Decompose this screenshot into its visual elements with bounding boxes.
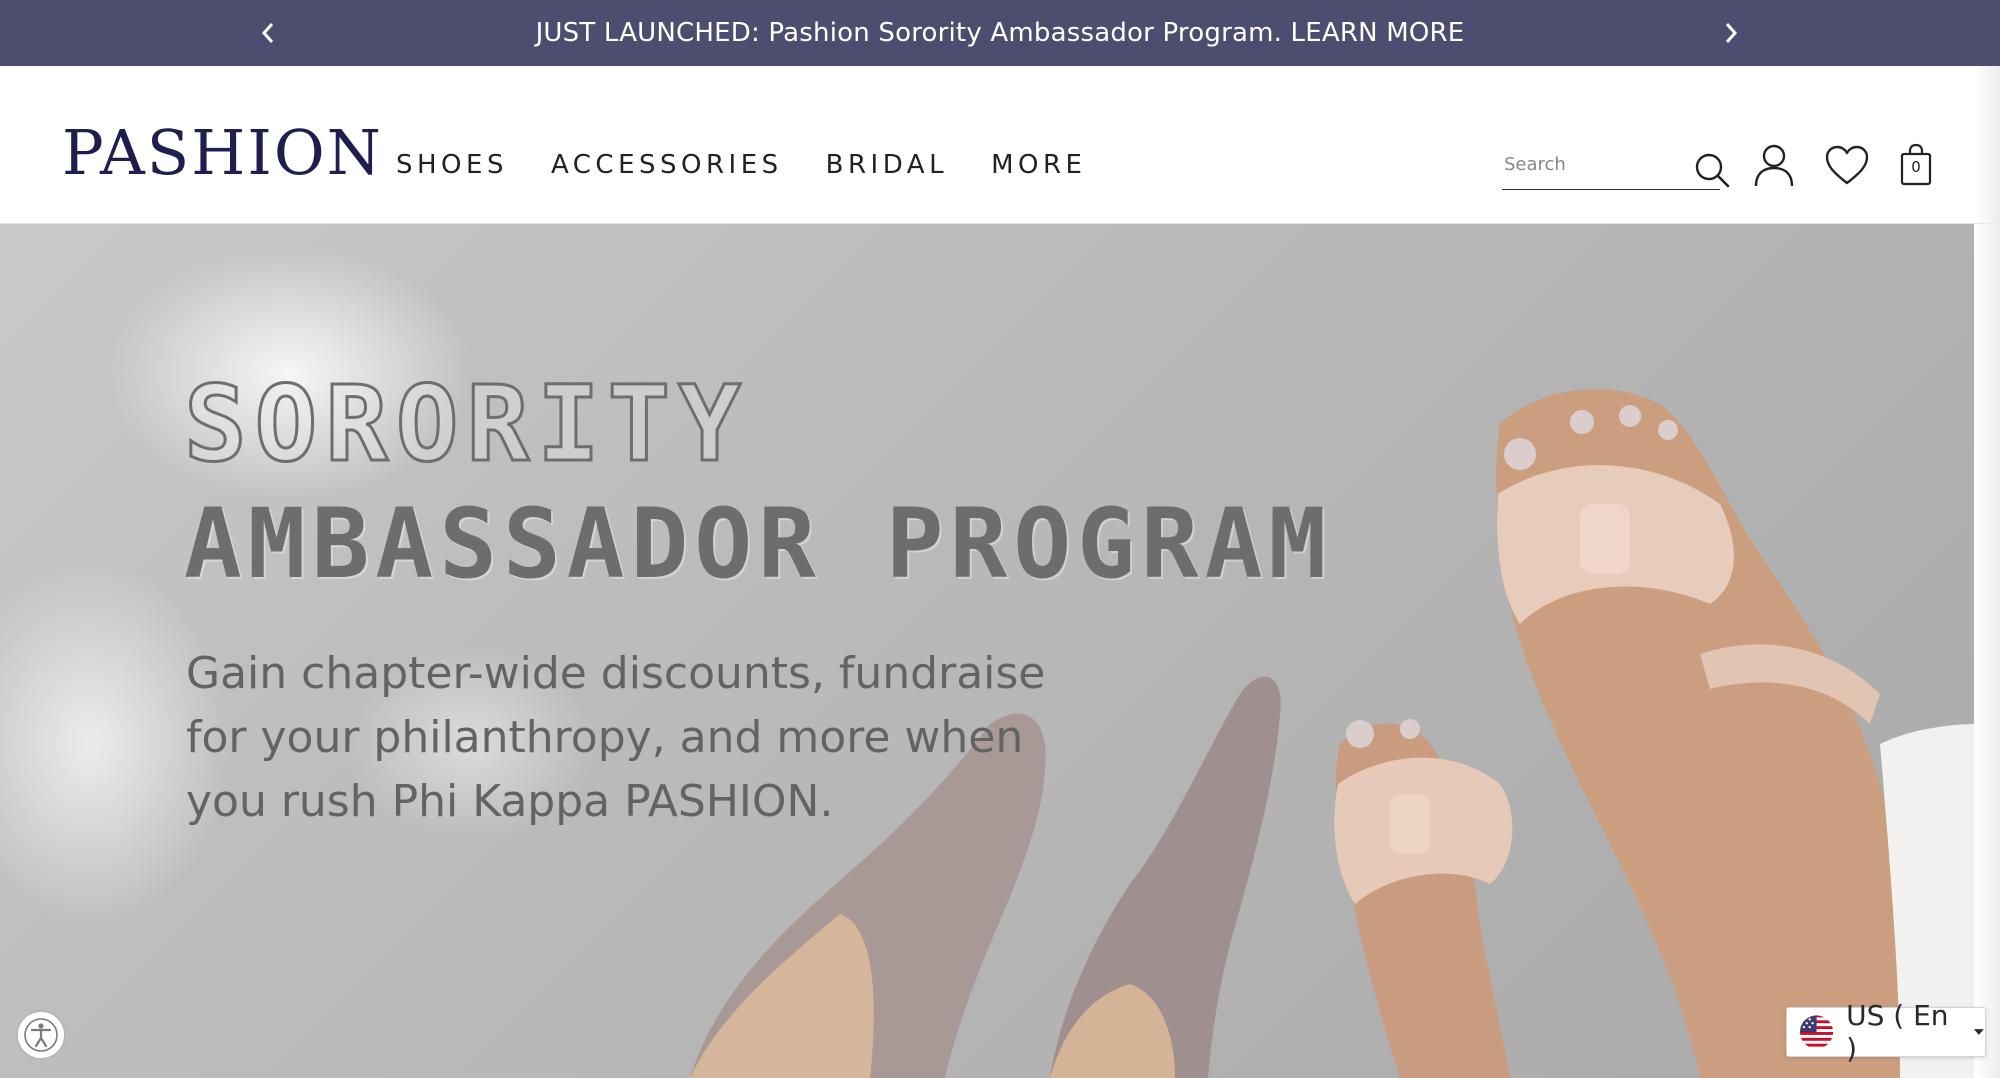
heart-icon[interactable] [1824,144,1870,186]
page-edge-shadow [1974,66,2000,1078]
caret-down-icon [1974,1029,1985,1035]
main-nav: SHOES ACCESSORIES BRIDAL MORE [396,152,1086,178]
search-box [1502,146,1730,190]
announcement-bar: JUST LAUNCHED: Pashion Sorority Ambassad… [0,0,2000,66]
locale-label: US ( En ) [1846,999,1949,1065]
nav-item-accessories[interactable]: ACCESSORIES [551,152,783,178]
nav-item-bridal[interactable]: BRIDAL [826,152,948,178]
search-icon[interactable] [1692,150,1732,190]
cart-count: 0 [1911,158,1921,176]
site-header: PASHION SHOES ACCESSORIES BRIDAL MORE 0 [0,66,2000,224]
nav-item-shoes[interactable]: SHOES [396,152,508,178]
us-flag-icon [1799,1015,1834,1049]
hero-title-line-1: SORORITY [183,363,749,485]
announcement-prev-button[interactable] [248,13,288,53]
locale-selector[interactable]: US ( En ) [1786,999,1986,1065]
user-icon[interactable] [1753,142,1795,188]
hero-banner[interactable]: SORORITY AMBASSADOR PROGRAM Gain chapter… [0,224,1974,1078]
nav-item-more[interactable]: MORE [991,152,1086,178]
announcement-link[interactable]: JUST LAUNCHED: Pashion Sorority Ambassad… [536,18,1465,48]
announcement-next-button[interactable] [1711,13,1751,53]
site-logo[interactable]: PASHION [62,122,383,184]
search-input[interactable] [1502,146,1672,182]
accessibility-button[interactable] [16,1010,66,1060]
hero-description: Gain chapter-wide discounts, fundraise f… [186,648,1046,827]
chevron-left-icon [261,23,274,43]
hero-title-line-2: AMBASSADOR PROGRAM [184,488,1333,600]
accessibility-icon [24,1018,58,1052]
chevron-right-icon [1725,23,1738,43]
